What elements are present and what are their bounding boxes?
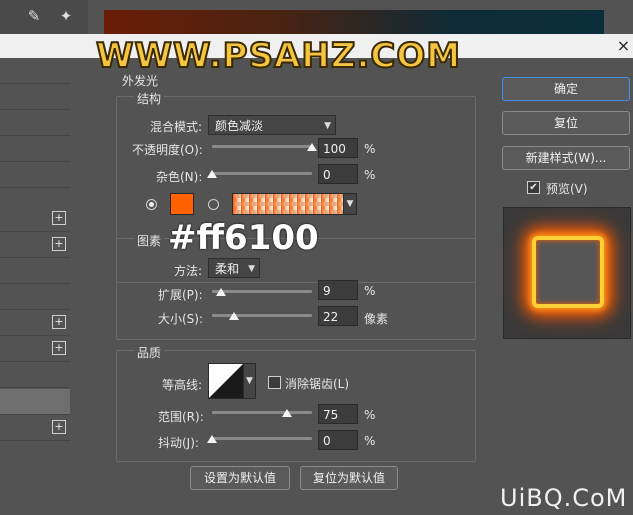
jitter-unit: % <box>364 434 376 448</box>
watermark-color-code: #ff6100 <box>168 218 319 258</box>
list-item[interactable] <box>0 136 70 162</box>
antialias-label: 消除锯齿(L) <box>285 377 350 391</box>
noise-slider[interactable] <box>212 172 312 175</box>
list-item[interactable] <box>0 258 70 284</box>
elements-title: 图素 <box>134 232 165 249</box>
size-slider[interactable] <box>212 314 312 317</box>
watermark-site: WWW.PSAHZ.COM <box>95 35 462 77</box>
size-input[interactable]: 22 <box>318 306 358 326</box>
opacity-unit: % <box>364 142 376 156</box>
method-value: 柔和 <box>215 262 240 276</box>
reset-default-button[interactable]: 复位为默认值 <box>300 466 398 490</box>
glow-color-swatch[interactable] <box>170 193 194 215</box>
spread-slider-thumb[interactable] <box>216 288 226 296</box>
noise-label: 杂色(N): <box>156 170 203 184</box>
opacity-input[interactable]: 100 <box>318 138 358 158</box>
blend-mode-value: 颜色减淡 <box>215 119 264 133</box>
range-slider[interactable] <box>212 411 312 414</box>
range-slider-thumb[interactable] <box>282 409 292 417</box>
style-preview <box>503 207 631 339</box>
noise-unit: % <box>364 168 376 182</box>
contour-picker[interactable] <box>208 363 244 399</box>
canvas-preview-strip <box>104 10 604 34</box>
noise-slider-thumb[interactable] <box>207 170 217 178</box>
opacity-slider-thumb[interactable] <box>307 143 317 151</box>
ok-button[interactable]: 确定 <box>502 77 630 101</box>
size-label: 大小(S): <box>158 312 204 326</box>
list-item[interactable]: + <box>0 206 70 232</box>
chevron-down-icon[interactable]: ▼ <box>343 193 357 215</box>
structure-title: 结构 <box>134 90 165 107</box>
gradient-radio[interactable] <box>208 199 219 210</box>
blend-mode-label: 混合模式: <box>150 120 203 134</box>
solid-color-radio[interactable] <box>146 199 157 210</box>
add-icon[interactable]: + <box>52 237 66 251</box>
size-slider-thumb[interactable] <box>229 312 239 320</box>
range-label: 范围(R): <box>158 410 204 424</box>
spread-slider[interactable] <box>212 290 312 293</box>
quick-selection-icon[interactable]: ✎ <box>24 6 44 26</box>
opacity-label: 不透明度(O): <box>132 143 203 157</box>
size-unit: 像素 <box>364 312 389 326</box>
contour-label: 等高线: <box>162 378 203 392</box>
spread-unit: % <box>364 284 376 298</box>
chevron-down-icon[interactable]: ▼ <box>243 363 256 399</box>
add-icon[interactable]: + <box>52 315 66 329</box>
list-item[interactable] <box>0 58 70 84</box>
outer-glow-panel: 外发光 结构 混合模式: 颜色减淡 ▼ 不透明度(O): 100 % 杂色(N)… <box>104 58 486 515</box>
magic-wand-icon[interactable]: ✦ <box>56 6 76 26</box>
range-input[interactable]: 75 <box>318 404 358 424</box>
new-style-button[interactable]: 新建样式(W)... <box>502 146 630 170</box>
list-item[interactable]: + <box>0 336 70 362</box>
jitter-input[interactable]: 0 <box>318 430 358 450</box>
spread-label: 扩展(P): <box>158 288 203 302</box>
list-item[interactable]: + <box>0 310 70 336</box>
add-icon[interactable]: + <box>52 211 66 225</box>
contour-curve-icon <box>209 364 243 398</box>
list-item[interactable] <box>0 110 70 136</box>
close-icon[interactable]: × <box>614 34 633 58</box>
watermark-corner: UiBQ.CoM <box>500 484 628 512</box>
set-default-button[interactable]: 设置为默认值 <box>190 466 290 490</box>
tool-icons: ✎ ✦ <box>0 0 88 34</box>
glow-preview-square <box>532 236 604 308</box>
method-label: 方法: <box>174 264 203 278</box>
list-item-selected[interactable] <box>0 389 70 415</box>
list-item[interactable]: + <box>0 232 70 258</box>
add-icon[interactable]: + <box>52 420 66 434</box>
preview-checkbox[interactable]: ✔ <box>527 181 540 194</box>
jitter-label: 抖动(J): <box>158 436 199 450</box>
quality-title: 品质 <box>134 344 165 361</box>
list-item[interactable] <box>0 284 70 310</box>
chevron-down-icon: ▼ <box>324 121 331 131</box>
opacity-slider[interactable] <box>212 145 312 148</box>
chevron-down-icon: ▼ <box>248 264 255 274</box>
range-unit: % <box>364 408 376 422</box>
preview-label: 预览(V) <box>546 182 588 196</box>
gradient-picker[interactable] <box>232 193 344 215</box>
spread-input[interactable]: 9 <box>318 280 358 300</box>
noise-input[interactable]: 0 <box>318 164 358 184</box>
add-icon[interactable]: + <box>52 341 66 355</box>
blend-mode-select[interactable]: 颜色减淡 ▼ <box>208 115 336 135</box>
list-item[interactable]: + <box>0 415 70 441</box>
list-item[interactable] <box>0 362 70 388</box>
list-item[interactable] <box>0 162 70 188</box>
reset-button[interactable]: 复位 <box>502 111 630 135</box>
layer-style-list: + + + + + <box>0 58 70 515</box>
list-item[interactable] <box>0 84 70 110</box>
antialias-checkbox[interactable] <box>268 376 281 389</box>
method-select[interactable]: 柔和 ▼ <box>208 258 260 278</box>
jitter-slider-thumb[interactable] <box>207 435 217 443</box>
jitter-slider[interactable] <box>212 437 312 440</box>
